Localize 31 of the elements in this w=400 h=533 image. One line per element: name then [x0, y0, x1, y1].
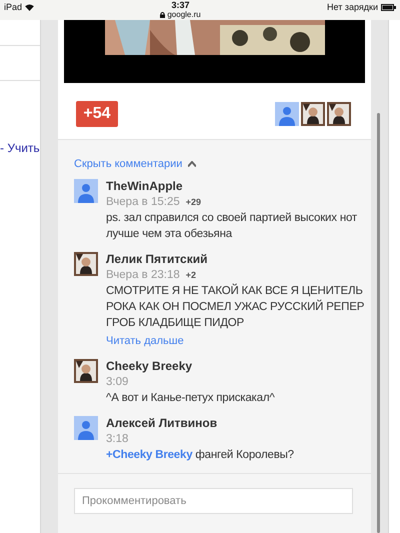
scrollbar[interactable]	[377, 113, 380, 533]
battery-icon	[381, 4, 396, 10]
address-text[interactable]: google.ru	[167, 10, 201, 20]
comment-time: Вчера в 15:25	[106, 195, 180, 210]
comment-time: Вчера в 23:18	[106, 268, 180, 283]
comment-text: ^А вот и Канье-петух прискакал^	[106, 391, 275, 406]
clock: 3:37	[172, 0, 190, 10]
battery-status: Нет зарядки	[327, 2, 378, 12]
device-name: iPad	[4, 2, 22, 12]
avatar-icon	[275, 102, 299, 126]
mention-link[interactable]: +Cheeky Breeky	[106, 449, 192, 461]
read-more-link[interactable]: Читать дальше	[106, 333, 365, 349]
author-name[interactable]: TheWinApple	[106, 179, 365, 194]
wifi-icon	[25, 4, 34, 10]
author-name[interactable]: Алексей Литвинов	[106, 416, 294, 431]
lock-icon	[160, 12, 166, 18]
comment-time: 3:18	[106, 432, 128, 447]
avatar-icon	[74, 179, 98, 203]
comment-field[interactable]: Прокомментировать	[74, 488, 353, 514]
hide-comments-link[interactable]: Скрыть комментарии	[74, 158, 182, 170]
plus-one-button[interactable]: +54	[76, 101, 118, 127]
author-name[interactable]: Лелик Пятитский	[106, 252, 365, 267]
comment-time: 3:09	[106, 375, 128, 390]
plus-count: +29	[186, 197, 202, 207]
page-link[interactable]: - Учить	[0, 141, 40, 155]
plus-count: +2	[186, 270, 196, 280]
author-name[interactable]: Cheeky Breeky	[106, 359, 275, 374]
avatar-icon	[74, 416, 98, 440]
comment-text: +Cheeky Breeky фангей Королевы?	[106, 448, 294, 463]
comment-text: ps. зал справился со своей партией высоких нот лучше чем эта обезьяна	[106, 211, 358, 242]
comment-text: СМОТРИТЕ Я НЕ ТАКОЙ КАК ВСЕ Я ЦЕНИТЕЛЬ РОКА КАК ОН ПОСМЕЛ УЖАС РУССКИЙ РЕПЕР ГРОБ КЛАДБИЩЕ ПИДОР	[106, 283, 365, 331]
